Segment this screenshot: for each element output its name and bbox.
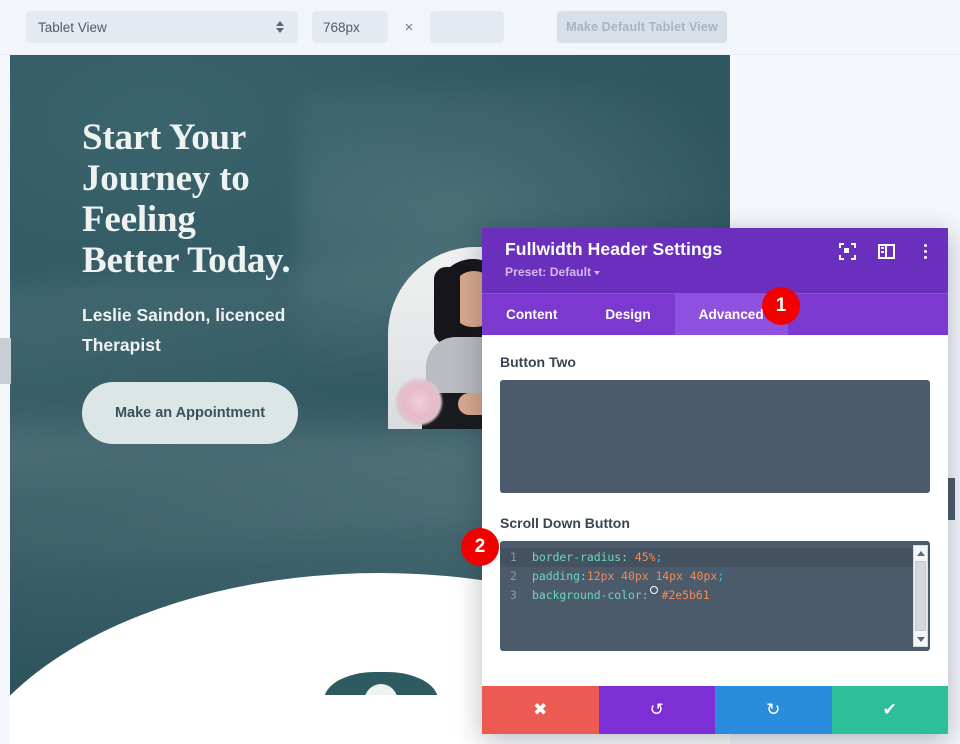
code-line-number: 3 (510, 588, 517, 602)
code-token-val: 12px 40px 14px 40px (586, 569, 718, 583)
tab-content[interactable]: Content (482, 294, 581, 335)
code-line: 3 background-color: #2e5b61 (500, 586, 930, 605)
view-mode-value: Tablet View (38, 19, 107, 35)
code-line-number: 2 (510, 569, 517, 583)
viewport-width-value: 768px (323, 19, 360, 35)
scrollbar-up-arrow-icon[interactable] (914, 546, 927, 560)
code-token-prop: padding (532, 569, 581, 583)
code-token-semi: ; (717, 569, 725, 583)
code-token-prop: background-color (532, 588, 642, 602)
color-swatch-icon[interactable] (649, 586, 658, 594)
make-default-label: Make Default Tablet View (566, 20, 718, 34)
scroll-down-code-lines: 1 border-radius: 45%; 2 padding:12px 40px 1… (500, 541, 930, 605)
module-settings-modal: Fullwidth Header Settings Preset: Defaul… (482, 228, 948, 734)
modal-preset-selector[interactable]: Preset: Default (505, 265, 932, 279)
modal-preset-label: Preset: Default (505, 265, 592, 279)
field-label-scroll-down-button: Scroll Down Button (500, 515, 630, 531)
button-two-code-lines (500, 380, 930, 387)
code-token-punc: : (641, 588, 649, 602)
hero-subtitle: Leslie Saindon, licenced Therapist (82, 305, 286, 355)
button-two-css-editor[interactable] (500, 380, 930, 493)
field-group-button-two: Button Two (500, 354, 930, 493)
cancel-button[interactable]: ✖ (482, 686, 599, 734)
annotation-badge-1: 1 (762, 287, 800, 325)
code-line: 2 padding:12px 40px 14px 40px; (500, 567, 930, 586)
scroll-down-button-css-editor[interactable]: 1 border-radius: 45%; 2 padding:12px 40px 1… (500, 541, 930, 651)
panel-layout-icon[interactable] (878, 243, 895, 260)
scroll-down-circle (364, 684, 398, 695)
make-appointment-button[interactable]: Make an Appointment (82, 382, 298, 444)
tab-design[interactable]: Design (581, 294, 674, 335)
editor-scrollbar[interactable] (913, 545, 928, 647)
modal-header-icons (839, 243, 934, 260)
make-appointment-label: Make an Appointment (114, 405, 266, 421)
view-mode-select[interactable]: Tablet View (26, 11, 298, 43)
hero-title-line-1: Start Your (82, 117, 247, 158)
code-token-punc: : (580, 569, 587, 583)
viewport-height-input[interactable] (430, 11, 504, 43)
code-line: 1 border-radius: 45%; (500, 548, 930, 567)
save-button[interactable]: ✔ (831, 686, 948, 734)
undo-button[interactable]: ↺ (598, 686, 715, 734)
make-default-tablet-view-button[interactable]: Make Default Tablet View (557, 11, 727, 43)
modal-body: Button Two Scroll Down Button 1 border-ra… (482, 335, 948, 686)
hero-title: Start Your Journey to Feeling Better Tod… (82, 117, 412, 281)
kebab-menu-icon[interactable] (917, 243, 934, 260)
viewport-width-input[interactable]: 768px (312, 11, 388, 43)
annotation-badge-2: 2 (461, 528, 499, 566)
code-token-val: 45% (634, 550, 656, 564)
redo-button[interactable]: ↻ (715, 686, 832, 734)
field-label-button-two: Button Two (500, 354, 576, 370)
hero-title-line-2: Journey to (82, 158, 250, 199)
modal-tab-bar: Content Design Advanced (482, 293, 948, 335)
scrollbar-thumb[interactable] (915, 561, 926, 631)
hero-title-line-4: Better Today. (82, 240, 291, 281)
code-token-semi: ; (655, 550, 663, 564)
code-token-prop: border-radius (532, 550, 622, 564)
stepper-arrows-icon[interactable] (274, 21, 286, 33)
left-edge-handle[interactable] (0, 338, 11, 384)
chevron-down-icon (594, 270, 601, 275)
modal-header: Fullwidth Header Settings Preset: Defaul… (482, 228, 948, 293)
responsive-view-toolbar: Tablet View 768px × Make Default Tablet … (0, 0, 960, 55)
code-token-val: #2e5b61 (661, 588, 710, 602)
modal-footer: ✖ ↺ ↻ ✔ (482, 686, 948, 734)
code-token-punc: : (621, 550, 635, 564)
field-group-scroll-down-button: Scroll Down Button 1 border-radius: 45%; 2… (500, 515, 930, 651)
expand-icon[interactable] (839, 243, 856, 260)
scrollbar-down-arrow-icon[interactable] (914, 632, 927, 646)
hero-copy-block: Start Your Journey to Feeling Better Tod… (82, 117, 412, 444)
dimension-separator-icon: × (404, 18, 414, 36)
code-line-number: 1 (510, 550, 517, 564)
hero-title-line-3: Feeling (82, 199, 196, 240)
